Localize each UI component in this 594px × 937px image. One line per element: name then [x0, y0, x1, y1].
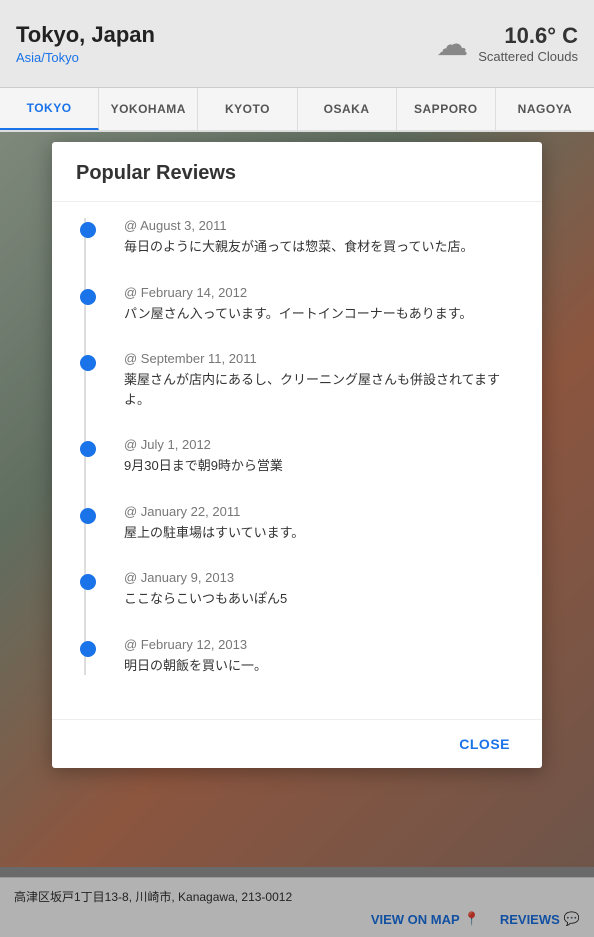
app-header: Tokyo, Japan Asia/Tokyo ☁ 10.6° C Scatte…	[0, 0, 594, 88]
tab-yokohama[interactable]: YOKOHAMA	[99, 88, 198, 130]
review-text: 薬屋さんが店内にあるし、クリーニング屋さんも併設されてますよ。	[124, 370, 518, 409]
review-date: @ February 14, 2012	[124, 285, 518, 300]
review-dot-icon	[80, 441, 96, 457]
modal-footer: CLOSE	[52, 719, 542, 768]
review-date: @ August 3, 2011	[124, 218, 518, 233]
tab-osaka[interactable]: OSAKA	[298, 88, 397, 130]
weather-info: ☁ 10.6° C Scattered Clouds	[436, 23, 578, 64]
review-date: @ July 1, 2012	[124, 437, 518, 452]
review-dot-icon	[80, 508, 96, 524]
review-item: @ February 12, 2013 明日の朝飯を買いに一。	[96, 637, 518, 676]
close-button[interactable]: CLOSE	[451, 732, 518, 756]
review-date: @ January 22, 2011	[124, 504, 518, 519]
review-text: 明日の朝飯を買いに一。	[124, 656, 518, 676]
reviews-timeline: @ August 3, 2011 毎日のように大親友が通っては惣菜、食材を買ってい…	[76, 218, 518, 675]
review-text: ここならこいつもあいぽん5	[124, 589, 518, 609]
tab-sapporo[interactable]: SAPPORO	[397, 88, 496, 130]
timezone[interactable]: Asia/Tokyo	[16, 50, 155, 65]
tab-kyoto[interactable]: KYOTO	[198, 88, 297, 130]
review-dot-icon	[80, 355, 96, 371]
tab-nagoya[interactable]: NAGOYA	[496, 88, 594, 130]
review-item: @ January 9, 2013 ここならこいつもあいぽん5	[96, 570, 518, 609]
review-dot-icon	[80, 289, 96, 305]
review-dot-icon	[80, 222, 96, 238]
reviews-modal: Popular Reviews @ August 3, 2011 毎日のように大親…	[52, 142, 542, 768]
review-date: @ January 9, 2013	[124, 570, 518, 585]
review-text: 毎日のように大親友が通っては惣菜、食材を買っていた店。	[124, 237, 518, 257]
modal-body[interactable]: @ August 3, 2011 毎日のように大親友が通っては惣菜、食材を買ってい…	[52, 202, 542, 719]
location-info: Tokyo, Japan Asia/Tokyo	[16, 22, 155, 65]
review-dot-icon	[80, 641, 96, 657]
review-item: @ July 1, 2012 9月30日まで朝9時から営業	[96, 437, 518, 476]
review-text: 9月30日まで朝9時から営業	[124, 456, 518, 476]
review-item: @ August 3, 2011 毎日のように大親友が通っては惣菜、食材を買ってい…	[96, 218, 518, 257]
tab-tokyo[interactable]: TOKYO	[0, 88, 99, 130]
weather-description: Scattered Clouds	[478, 49, 578, 64]
review-item: @ January 22, 2011 屋上の駐車場はすいています。	[96, 504, 518, 543]
review-date: @ February 12, 2013	[124, 637, 518, 652]
modal-title: Popular Reviews	[52, 142, 542, 202]
review-dot-icon	[80, 574, 96, 590]
weather-icon: ☁	[436, 25, 468, 63]
review-item: @ September 11, 2011 薬屋さんが店内にあるし、クリーニング屋さ…	[96, 351, 518, 409]
review-text: 屋上の駐車場はすいています。	[124, 523, 518, 543]
temperature: 10.6° C	[478, 23, 578, 49]
city-nav-tabs: TOKYO YOKOHAMA KYOTO OSAKA SAPPORO NAGOY…	[0, 88, 594, 132]
main-content: 高津区坂戸1丁目13-8, 川崎市, Kanagawa, 213-0012 VI…	[0, 132, 594, 937]
city-name: Tokyo, Japan	[16, 22, 155, 48]
review-date: @ September 11, 2011	[124, 351, 518, 366]
modal-overlay: Popular Reviews @ August 3, 2011 毎日のように大親…	[0, 132, 594, 937]
weather-details: 10.6° C Scattered Clouds	[478, 23, 578, 64]
review-item: @ February 14, 2012 パン屋さん入っています。イートインコーナー…	[96, 285, 518, 324]
review-text: パン屋さん入っています。イートインコーナーもあります。	[124, 304, 518, 324]
